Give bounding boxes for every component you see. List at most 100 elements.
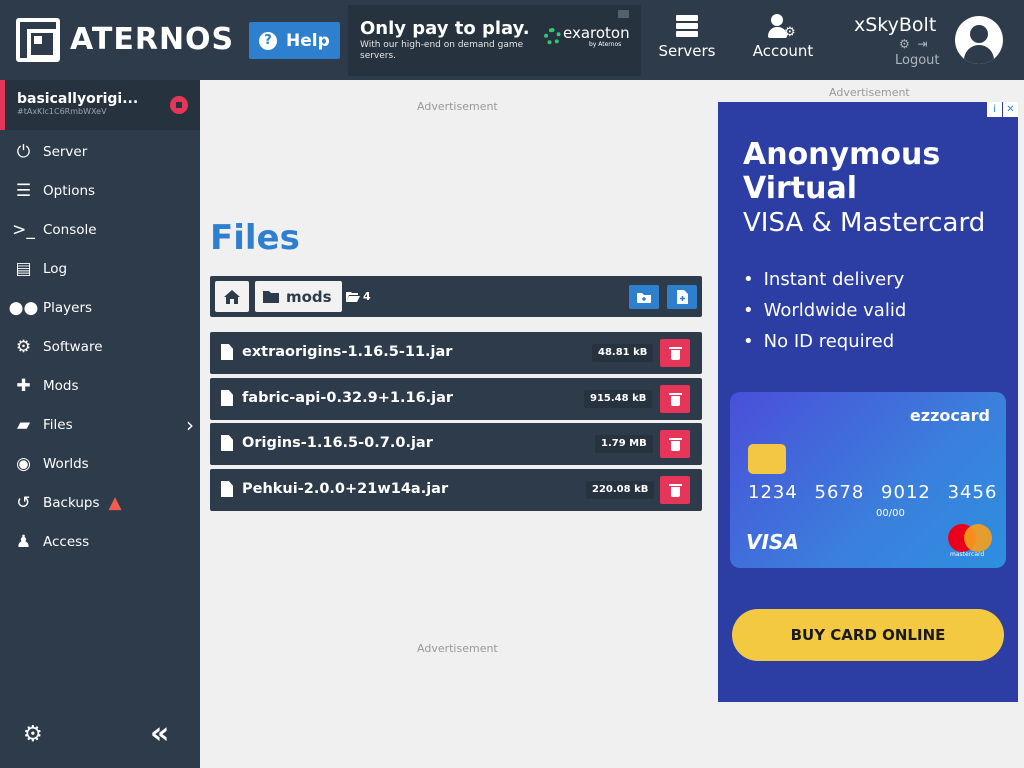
file-icon [221,435,233,451]
sidebar-item-label: Mods [43,377,79,394]
sidebar-item-label: Files [43,416,73,433]
help-label: Help [286,30,330,51]
sidebar-item-players[interactable]: ●● Players [0,288,200,327]
new-file-button[interactable] [667,285,697,309]
sidebar-item-label: Players [43,299,93,316]
folder-plus-icon [637,292,651,303]
delete-file-button[interactable] [660,385,690,413]
ad-info-icon[interactable]: i [987,102,1002,117]
file-row[interactable]: Origins-1.16.5-0.7.0.jar 1.79 MB [210,423,702,465]
document-icon: ▤ [15,258,32,279]
file-icon [221,390,233,406]
sidebar: basicallyorigi... #tAxKlc1C6RmbWXeV ⏻ Se… [0,80,200,768]
card-expiry: 00/00 [876,508,905,519]
card-chip-icon [748,444,786,474]
logout-link[interactable]: Logout [895,53,940,68]
sidebar-item-files[interactable]: ▰ Files › [0,405,200,444]
user-lock-icon: ♟ [15,531,32,552]
file-name[interactable]: extraorigins-1.16.5-11.jar [242,344,452,360]
nav-account[interactable]: ⚙ Account [748,14,818,60]
ad-bullet-list: Instant delivery Worldwide valid No ID r… [743,269,907,362]
new-folder-button[interactable] [629,285,659,309]
username: xSkyBolt [854,14,937,36]
sidebar-item-label: Access [43,533,90,550]
ad-subheadline: VISA & Mastercard [743,208,986,238]
file-name[interactable]: Pehkui-2.0.0+21w14a.jar [242,481,448,497]
credit-card-image: ezzocard 1234 5678 9012 3456 00/00 VISA … [730,392,1006,568]
promo-title: Only pay to play. [360,18,530,39]
trash-icon [668,392,682,406]
file-icon [221,481,233,497]
folder-open-icon: ▰ [16,414,31,435]
file-row[interactable]: extraorigins-1.16.5-11.jar 48.81 kB [210,332,702,374]
file-size: 48.81 kB [592,344,654,362]
nav-account-label: Account [752,42,814,60]
file-row[interactable]: fabric-api-0.32.9+1.16.jar 915.48 kB [210,378,702,420]
buy-card-button[interactable]: BUY CARD ONLINE [732,609,1004,661]
settings-gear-icon[interactable]: ⚙ [23,722,43,747]
ad-bullet: Instant delivery [743,269,906,300]
sidebar-item-server[interactable]: ⏻ Server [0,132,200,171]
brand-name[interactable]: ATERNOS [70,22,234,57]
home-button[interactable] [215,281,249,312]
promo-banner[interactable]: Only pay to play. With our high-end on d… [348,5,641,76]
file-row[interactable]: Pehkui-2.0.0+21w14a.jar 220.08 kB [210,469,702,511]
delete-file-button[interactable] [660,339,690,367]
breadcrumb-folder-mods[interactable]: mods [255,281,342,312]
delete-file-button[interactable] [660,476,690,504]
folder-item-count: 4 [346,290,371,303]
delete-file-button[interactable] [660,430,690,458]
sidebar-item-label: Software [43,338,103,355]
chevron-right-icon: › [186,412,194,437]
sidebar-item-software[interactable]: ⚙ Software [0,327,200,366]
history-icon: ↺ [16,492,31,513]
sidebar-item-console[interactable]: >_ Console [0,210,200,249]
sidebar-item-backups[interactable]: ↺ Backups ▲ [0,483,200,522]
sidebar-item-label: Console [43,221,97,238]
collapse-sidebar-icon[interactable]: « [150,716,170,751]
sidebar-item-mods[interactable]: ✚ Mods [0,366,200,405]
card-brand: ezzocard [909,406,990,425]
sidebar-item-worlds[interactable]: ◉ Worlds [0,444,200,483]
terminal-icon: >_ [12,219,35,240]
mastercard-label: mastercard [950,551,985,558]
ad-controls[interactable]: i ✕ [986,102,1018,117]
folder-open-icon [346,292,360,302]
user-settings-icon[interactable]: ⚙ ⇥ [899,37,927,51]
question-icon: ? [259,31,277,50]
help-button[interactable]: ? Help [249,22,340,59]
ad-banner[interactable]: i ✕ Anonymous Virtual VISA & Mastercard … [718,102,1018,702]
user-gear-icon: ⚙ [748,14,818,40]
advertisement-label: Advertisement [417,100,498,113]
server-stack-icon [655,14,719,40]
nav-servers[interactable]: Servers [655,14,719,60]
sidebar-item-options[interactable]: ☰ Options [0,171,200,210]
warning-icon: ▲ [108,492,122,513]
sidebar-item-label: Backups [43,494,100,511]
sidebar-item-label: Server [43,143,88,160]
sidebar-item-log[interactable]: ▤ Log [0,249,200,288]
aternos-logo-icon[interactable] [16,18,60,62]
file-size: 915.48 kB [584,390,653,408]
power-icon: ⏻ [16,141,31,162]
file-size: 1.79 MB [595,435,653,453]
close-icon[interactable]: ✕ [1003,102,1018,117]
file-name[interactable]: fabric-api-0.32.9+1.16.jar [242,390,453,406]
home-icon [224,289,240,304]
nav-servers-label: Servers [658,42,716,60]
server-id: #tAxKlc1C6RmbWXeV [17,107,107,116]
trash-icon [668,483,682,497]
globe-icon: ◉ [16,453,31,474]
advertisement-label: Advertisement [417,642,498,655]
sidebar-item-label: Options [43,182,96,199]
ad-bullet: Worldwide valid [743,300,907,331]
sidebar-item-access[interactable]: ♟ Access [0,522,200,561]
gears-icon: ⚙ [15,336,32,357]
sidebar-item-label: Log [43,260,68,277]
avatar[interactable] [955,16,1003,64]
trash-icon [668,437,682,451]
server-card[interactable]: basicallyorigi... #tAxKlc1C6RmbWXeV [0,80,200,130]
page-title: Files [210,218,300,258]
file-name[interactable]: Origins-1.16.5-0.7.0.jar [242,435,433,451]
sidebar-item-label: Worlds [43,455,89,472]
